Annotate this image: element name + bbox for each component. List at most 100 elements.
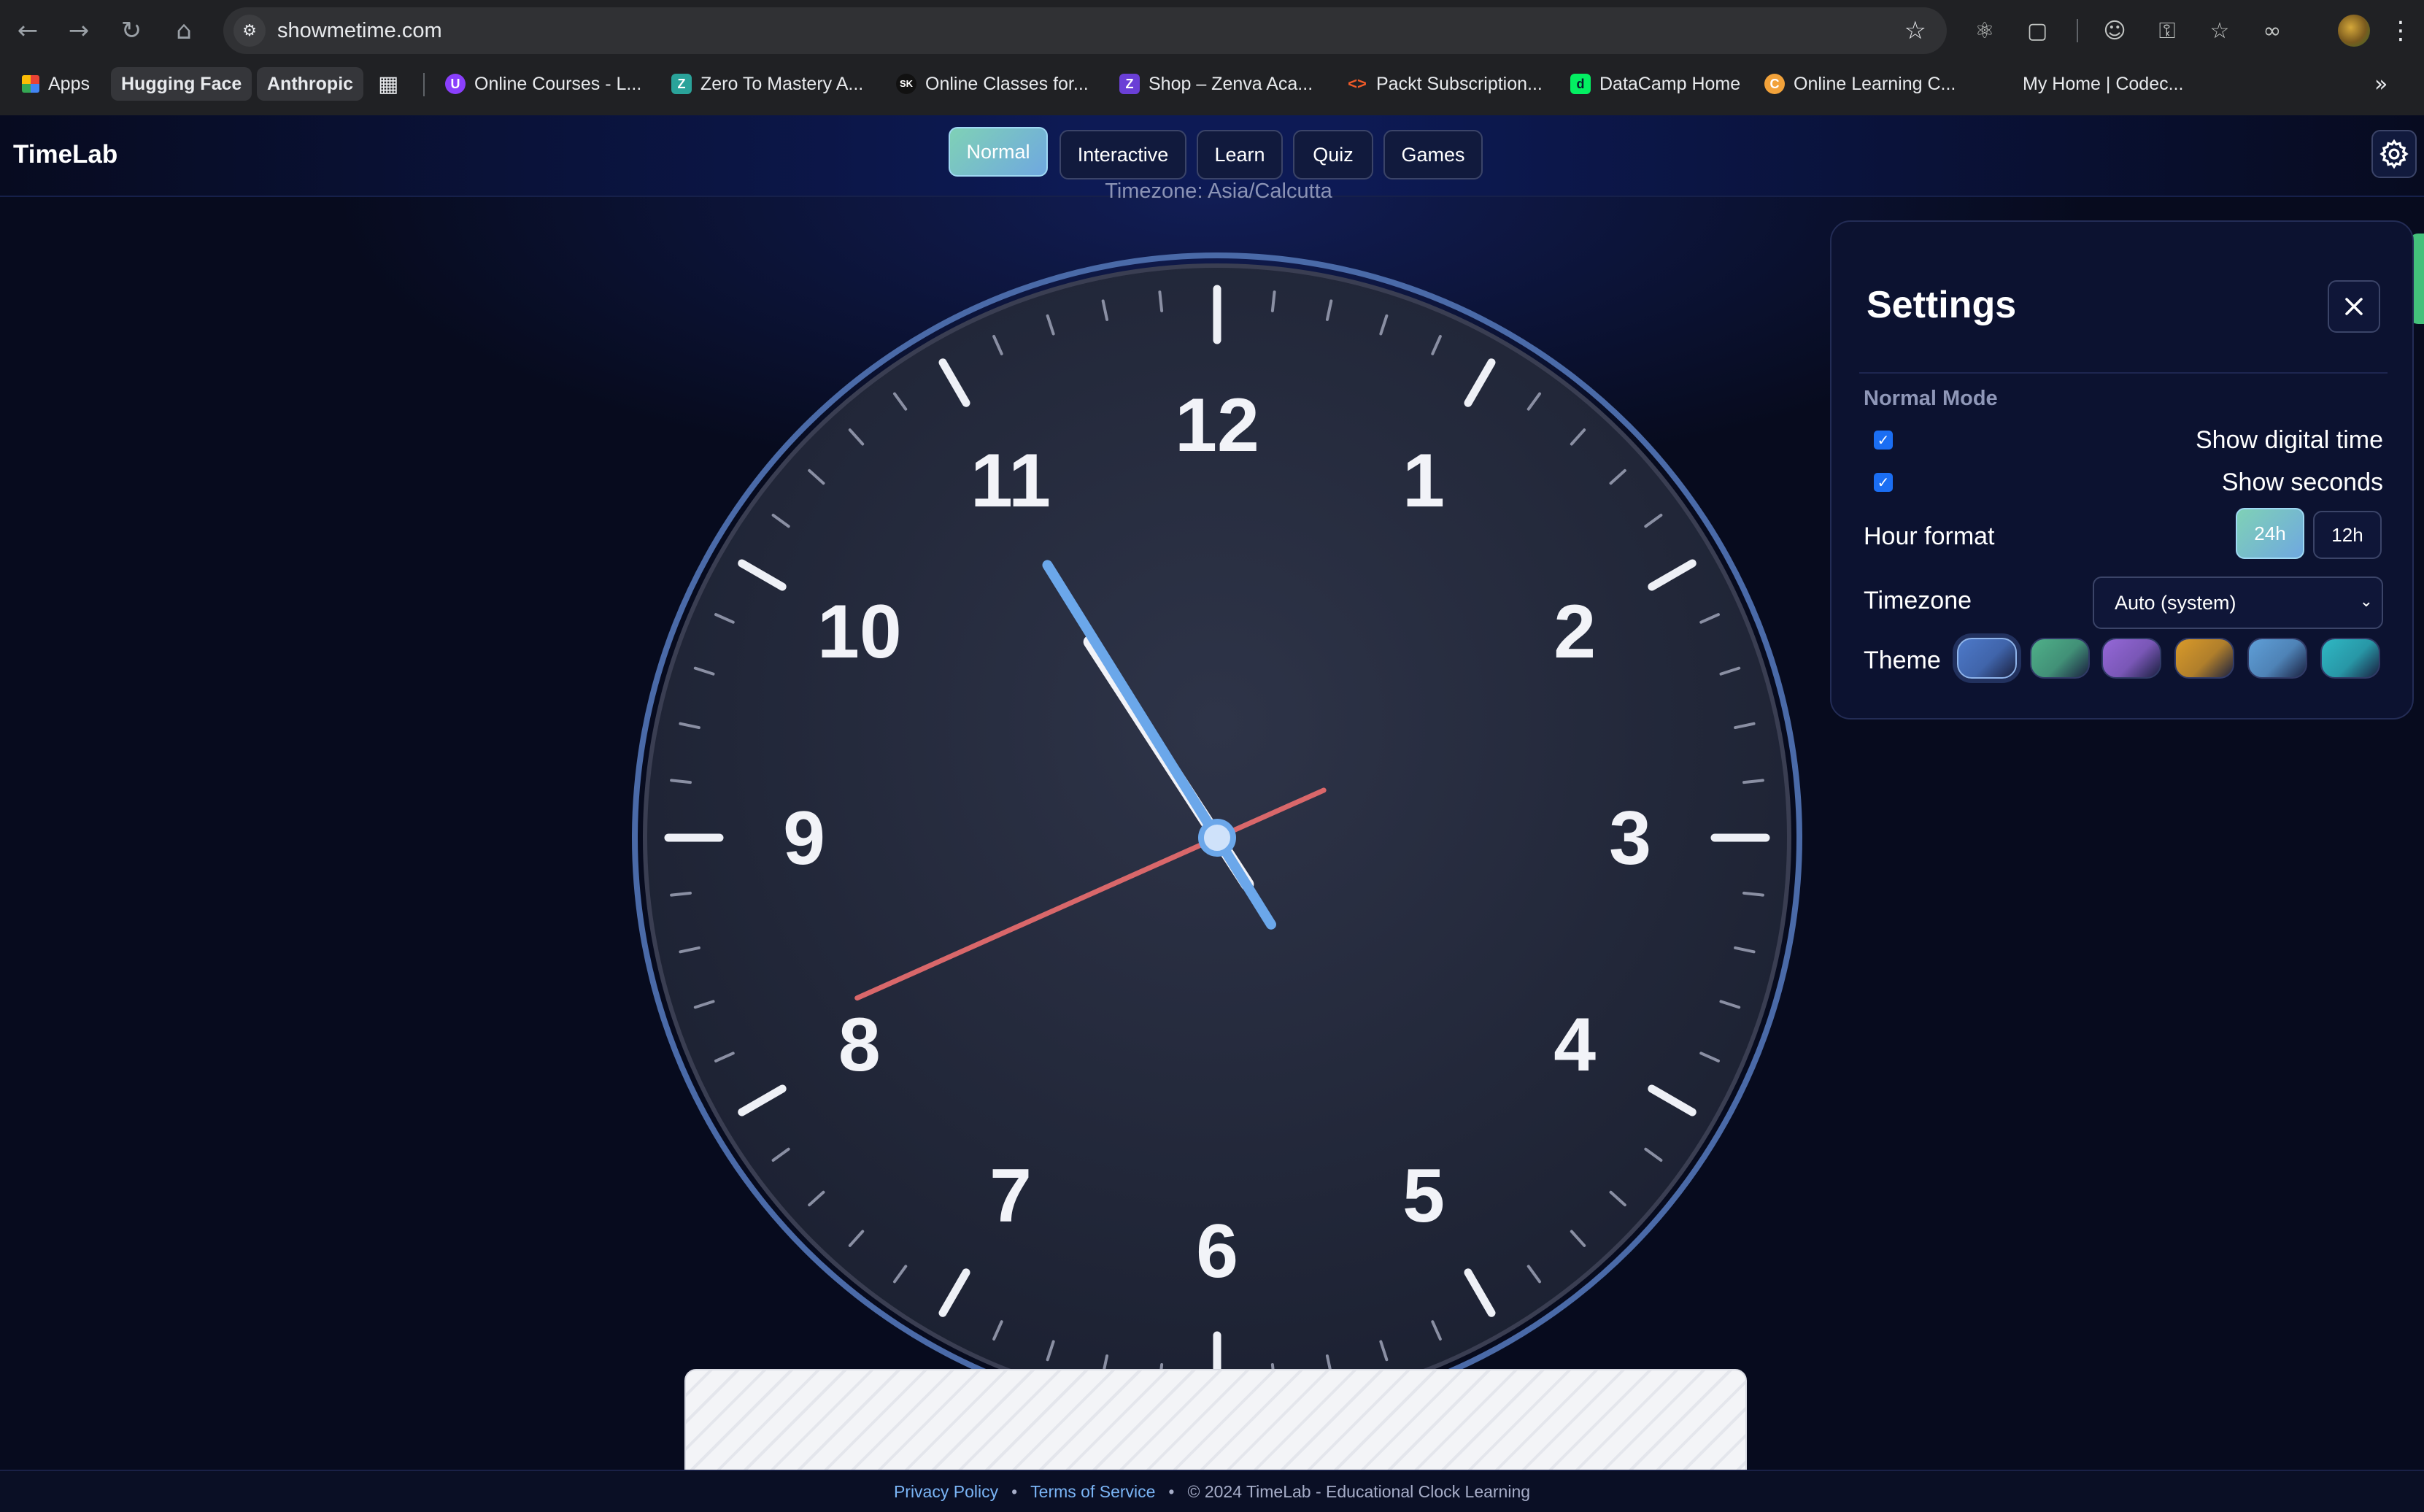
app-logo[interactable]: TimeLab — [13, 140, 117, 169]
bookmark-anthropic[interactable]: Anthropic — [257, 67, 364, 101]
copyright-text: © 2024 TimeLab - Educational Clock Learn… — [1187, 1481, 1531, 1501]
theme-swatch-purple[interactable] — [2101, 638, 2161, 679]
show-seconds-checkbox[interactable]: ✓ — [1874, 473, 1893, 492]
bookmark-zero-to-mastery[interactable]: Z Zero To Mastery A... — [671, 67, 863, 101]
clock-numeral: 3 — [1609, 796, 1651, 881]
theme-swatch-sky[interactable] — [2247, 638, 2307, 679]
minute-tick — [1158, 290, 1164, 312]
home-icon[interactable]: ⌂ — [168, 15, 200, 47]
bookmark-apps[interactable]: Apps — [22, 67, 90, 101]
hour-format-24h-button[interactable]: 24h — [2236, 508, 2304, 559]
extensions-puzzle-icon[interactable]: ▢ — [2021, 15, 2053, 47]
clock-numeral: 4 — [1553, 1003, 1596, 1087]
more-bookmarks-chevron-icon[interactable]: » — [2374, 67, 2388, 101]
favicon-icon: Z — [671, 74, 692, 94]
tab-quiz[interactable]: Quiz — [1293, 130, 1373, 180]
clock-numeral: 11 — [970, 439, 1051, 523]
bookmark-online-courses[interactable]: U Online Courses - L... — [445, 67, 641, 101]
bookmark-label: Online Courses - L... — [474, 73, 642, 94]
password-key-icon[interactable]: ⚿ — [2151, 15, 2183, 47]
favicon-icon: U — [445, 74, 466, 94]
bookmark-codecademy[interactable]: My Home | Codec... — [2023, 67, 2183, 101]
clock-numeral: 10 — [817, 590, 902, 674]
gear-icon — [2379, 139, 2409, 169]
profile-avatar[interactable] — [2338, 15, 2370, 47]
show-digital-checkbox[interactable]: ✓ — [1874, 431, 1893, 450]
theme-swatch-blue[interactable] — [1957, 638, 2017, 679]
settings-button[interactable] — [2371, 130, 2417, 178]
minute-tick — [670, 891, 692, 897]
theme-swatch-green[interactable] — [2030, 638, 2090, 679]
favicon-icon: C — [1764, 74, 1785, 94]
tab-learn[interactable]: Learn — [1197, 130, 1283, 180]
bookmark-online-classes[interactable]: SK Online Classes for... — [896, 67, 1089, 101]
footer-separator: • — [1011, 1481, 1018, 1501]
timezone-label: Timezone: Asia/Calcutta — [1105, 180, 1332, 203]
clock-center-pin — [1198, 819, 1236, 857]
clock-numeral: 5 — [1402, 1154, 1445, 1238]
bookmark-zenva[interactable]: Z Shop – Zenva Aca... — [1119, 67, 1313, 101]
address-bar[interactable]: ⚙ showmetime.com ☆ — [223, 7, 1947, 54]
site-info-icon[interactable]: ⚙ — [233, 15, 266, 47]
terms-of-service-link[interactable]: Terms of Service — [1030, 1482, 1155, 1502]
reload-icon[interactable]: ↻ — [115, 15, 147, 47]
favicon-icon: d — [1570, 74, 1591, 94]
tab-interactive[interactable]: Interactive — [1059, 130, 1186, 180]
bookmark-label: Hugging Face — [121, 73, 242, 94]
clock-numeral: 12 — [1175, 383, 1259, 468]
bookmark-label: My Home | Codec... — [2023, 73, 2184, 94]
toolbar-divider — [2077, 19, 2078, 42]
bookmark-datacamp[interactable]: d DataCamp Home — [1570, 67, 1740, 101]
footer-separator: • — [1168, 1481, 1175, 1501]
clock-numeral: 7 — [989, 1154, 1032, 1238]
favicon-icon: Z — [1119, 74, 1140, 94]
settings-panel: Settings Normal Mode ✓ Show digital time… — [1830, 220, 2414, 720]
bookmark-label: Packt Subscription... — [1376, 73, 1543, 94]
settings-divider — [1859, 372, 2388, 374]
kebab-menu-icon[interactable]: ⋮ — [2385, 15, 2417, 47]
bookmark-label: Anthropic — [267, 73, 354, 94]
analog-clock: 121234567891011 — [632, 252, 1802, 1423]
tab-games[interactable]: Games — [1383, 130, 1483, 180]
link-icon[interactable]: ∞ — [2256, 15, 2288, 47]
timezone-select[interactable]: Auto (system) ⌄ — [2093, 576, 2383, 629]
theme-swatch-teal[interactable] — [2320, 638, 2380, 679]
bookmark-packt[interactable]: <> Packt Subscription... — [1347, 67, 1543, 101]
bookmark-label: Online Classes for... — [925, 73, 1089, 94]
extension-react-icon[interactable]: ⚛ — [1969, 15, 2001, 47]
hour-format-12h-button[interactable]: 12h — [2313, 511, 2382, 559]
footer: Privacy Policy • Terms of Service • © 20… — [0, 1470, 2424, 1512]
theme-swatch-orange[interactable] — [2174, 638, 2234, 679]
url-text[interactable]: showmetime.com — [277, 19, 442, 43]
timezone-setting-label: Timezone — [1864, 587, 1972, 614]
bookmark-star-icon[interactable]: ☆ — [1904, 16, 1926, 45]
forward-arrow-icon[interactable]: → — [63, 15, 95, 47]
minute-tick — [670, 779, 692, 784]
ad-placeholder — [684, 1369, 1747, 1478]
close-settings-button[interactable] — [2328, 280, 2380, 333]
incognito-icon[interactable]: ☺ — [2099, 15, 2131, 47]
apps-grid-icon — [22, 75, 39, 93]
tab-groups-icon[interactable]: ▦ — [378, 67, 398, 101]
clock-numeral: 2 — [1553, 590, 1596, 674]
bookmark-divider — [423, 73, 425, 96]
minute-tick — [1742, 891, 1764, 897]
timezone-select-value: Auto (system) — [2115, 591, 2236, 614]
bookmark-online-learning[interactable]: C Online Learning C... — [1764, 67, 1956, 101]
show-seconds-label: Show seconds — [2221, 468, 2383, 496]
bookmark-label: Online Learning C... — [1794, 73, 1956, 94]
clock-numeral: 6 — [1196, 1209, 1238, 1294]
clock-numeral: 8 — [838, 1003, 881, 1087]
privacy-policy-link[interactable]: Privacy Policy — [894, 1482, 998, 1502]
close-icon — [2345, 298, 2363, 315]
tab-normal[interactable]: Normal — [949, 127, 1048, 177]
favorites-star-icon[interactable]: ☆ — [2204, 15, 2236, 47]
bookmark-hugging-face[interactable]: Hugging Face — [111, 67, 252, 101]
show-digital-label: Show digital time — [2195, 426, 2383, 454]
favicon-icon: SK — [896, 74, 916, 94]
address-bar-row: ← → ↻ ⌂ ⚙ showmetime.com ☆ ⚛ ▢ ☺ ⚿ ☆ ∞ ⋮ — [0, 0, 2424, 61]
clock-numeral: 1 — [1402, 439, 1445, 523]
theme-label: Theme — [1864, 647, 1941, 674]
back-arrow-icon[interactable]: ← — [12, 15, 44, 47]
favicon-icon: <> — [1348, 74, 1367, 93]
